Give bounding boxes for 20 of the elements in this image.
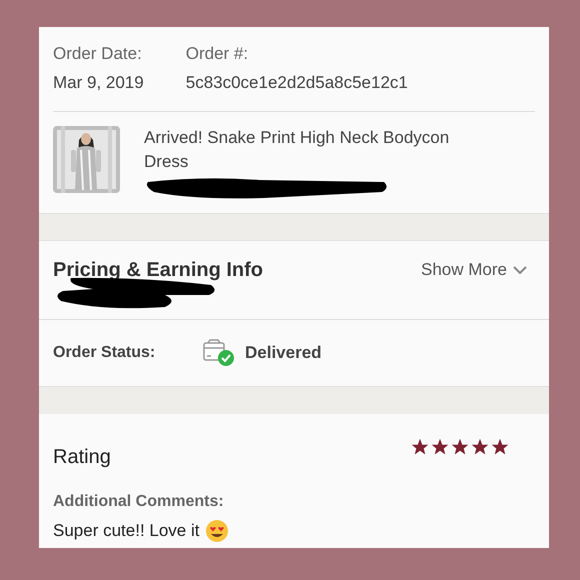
- delivered-box-icon: [203, 339, 235, 367]
- star-icon: [471, 438, 489, 456]
- order-date: Mar 9, 2019: [53, 72, 144, 94]
- star-icon: [491, 438, 509, 456]
- comments-label: Additional Comments:: [53, 492, 225, 512]
- star-icon: [431, 438, 449, 456]
- order-status-label: Order Status:: [53, 343, 156, 363]
- item-title: Arrived! Snake Print High Neck Bodycon Dress: [144, 127, 450, 173]
- rating-title: Rating: [53, 445, 111, 470]
- order-number-label: Order #:: [186, 43, 250, 65]
- show-more-toggle[interactable]: Show More: [421, 257, 535, 283]
- status-value: Delivered: [245, 342, 322, 364]
- chevron-down-icon: [513, 265, 527, 275]
- order-number: 5c83c0ce1e2d2d5a8c5e12c1: [186, 72, 408, 94]
- star-icon: [451, 438, 469, 456]
- comment-text: Super cute!! Love it: [53, 520, 200, 542]
- section-title: Pricing & Earning Info: [53, 258, 264, 283]
- order-date-label: Order Date:: [53, 43, 143, 65]
- star-icon: [411, 438, 429, 456]
- heart-eyes-emoji-icon: [205, 518, 230, 543]
